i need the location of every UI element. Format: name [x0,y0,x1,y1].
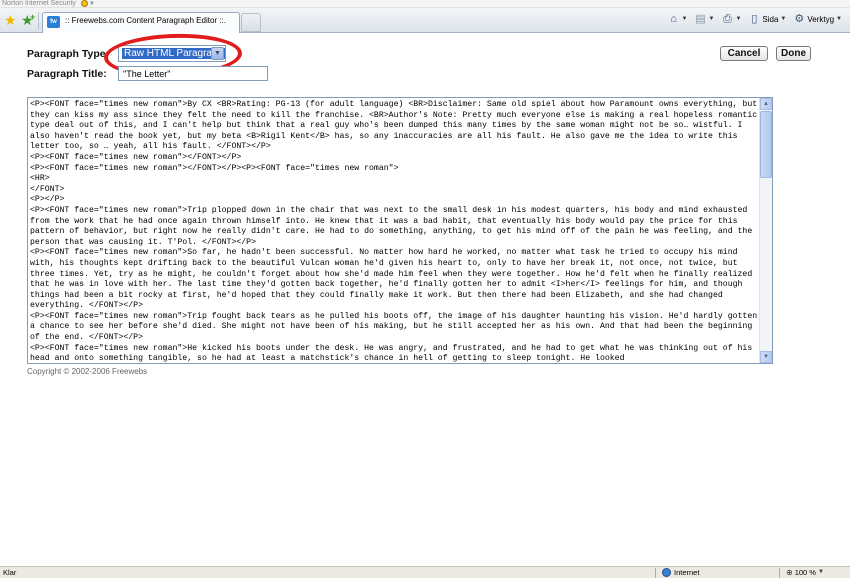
home-button[interactable]: ⌂ ▼ [666,13,690,25]
page-menu-label: Sida [762,14,779,24]
add-favorite-icon[interactable]: ★ + [21,12,35,28]
browser-status-bar: Klar Internet ⊕ 100 % ▼ [0,566,850,578]
paragraph-type-select[interactable]: Raw HTML Paragraph ▼ [118,45,226,62]
status-divider [655,568,656,578]
cancel-button[interactable]: Cancel [720,46,768,61]
html-editor-textarea[interactable]: <P><FONT face="times new roman">By CX <B… [27,97,773,364]
scroll-up-icon[interactable]: ▲ [760,98,772,110]
chevron-down-icon[interactable]: ▼ [89,1,95,7]
norton-label: Norton Internet Security [2,0,76,7]
tools-menu-button[interactable]: ⚙ Verktyg ▼ [791,13,844,25]
zone-label: Internet [674,568,700,577]
chevron-down-icon: ▼ [817,569,824,575]
chevron-down-icon: ▼ [735,16,742,22]
done-button[interactable]: Done [776,46,811,61]
freewebs-favicon-icon: fw [47,16,60,28]
toolbar-divider [38,12,39,29]
tools-menu-label: Verktyg [807,14,835,24]
chevron-down-icon: ▼ [780,16,787,22]
home-icon: ⌂ [670,13,677,25]
security-zone[interactable]: Internet [662,567,699,578]
browser-tab-active[interactable]: fw :: Freewebs.com Content Paragraph Edi… [42,12,240,33]
favorites-star-icon[interactable]: ★ [4,12,17,28]
chevron-down-icon: ▼ [836,16,842,22]
paragraph-type-value: Raw HTML Paragraph [122,48,226,59]
paragraph-title-label: Paragraph Title: [27,68,107,80]
zoom-label: 100 % [794,568,816,577]
html-editor-content[interactable]: <P><FONT face="times new roman">By CX <B… [28,98,760,363]
new-tab-button[interactable] [241,13,261,32]
page-menu-button[interactable]: ▯ Sida ▼ [746,13,788,25]
globe-icon [662,568,671,577]
status-divider [779,568,780,578]
paragraph-type-label: Paragraph Type: [27,48,110,60]
command-bar: ⌂ ▼ ▤ ▼ ⎙ ▼ ▯ Sida ▼ ⚙ Verktyg ▼ [666,11,844,27]
feeds-button[interactable]: ▤ ▼ [692,13,716,25]
zoom-control[interactable]: ⊕ 100 % ▼ [786,567,824,578]
editor-scrollbar[interactable]: ▲ ▼ [759,98,772,363]
tab-title: :: Freewebs.com Content Paragraph Editor… [65,16,226,25]
chevron-down-icon: ▼ [681,16,688,22]
paragraph-title-input[interactable] [118,66,268,81]
chevron-down-icon: ▼ [708,16,715,22]
print-button[interactable]: ⎙ ▼ [719,13,743,25]
paragraph-editor-page: Paragraph Type: Raw HTML Paragraph ▼ Par… [0,31,850,564]
norton-toolbar: Norton Internet Security ▼ [0,0,850,8]
gear-icon: ⚙ [794,13,805,25]
copyright-text: Copyright © 2002-2006 Freewebs [27,367,148,376]
status-text: Klar [3,568,17,577]
page-icon: ▯ [751,13,758,25]
feeds-icon: ▤ [695,13,706,25]
chevron-down-icon[interactable]: ▼ [211,47,224,60]
norton-badge-icon[interactable] [80,0,88,7]
print-icon: ⎙ [723,13,732,25]
zoom-icon: ⊕ [786,568,793,577]
scrollbar-thumb[interactable] [760,111,772,178]
scroll-down-icon[interactable]: ▼ [760,351,772,363]
